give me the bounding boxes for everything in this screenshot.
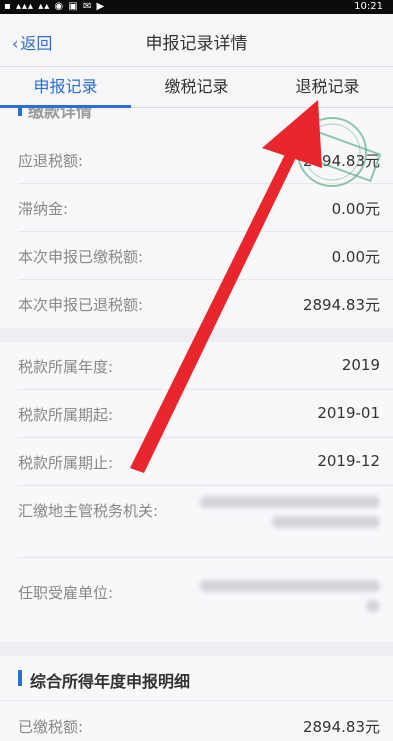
row-label: 汇缴地主管税务机关: xyxy=(18,502,159,520)
row-value: 2019 xyxy=(341,356,380,374)
tab-bar: 申报记录 缴税记录 退税记录 xyxy=(0,67,393,108)
row-label: 应退税额: xyxy=(18,152,84,170)
redacted-line xyxy=(200,580,380,592)
tax-period-card: 税款所属年度: 2019 税款所属期起: 2019-01 税款所属期止: 201… xyxy=(0,342,393,642)
row-label: 本次申报已退税额: xyxy=(18,296,144,314)
row-tax-year: 税款所属年度: 2019 xyxy=(0,342,393,390)
tab-refund-records[interactable]: 退税记录 xyxy=(262,67,393,107)
row-label: 本次申报已缴税额: xyxy=(18,248,144,266)
section-title-payment: 缴款详情 xyxy=(28,108,93,121)
row-label: 任职受雇单位: xyxy=(18,584,114,602)
row-label: 税款所属期起: xyxy=(18,406,114,424)
row-value: 0.00元 xyxy=(331,248,380,266)
annual-declaration-card: 综合所得年度申报明细 已缴税额: 2894.83元 xyxy=(0,656,393,741)
status-icons: ▪ ▴▴▴ ▴▴ ◉ ▣ ✉ ▶ xyxy=(4,1,106,12)
row-label: 已缴税额: xyxy=(18,718,84,736)
payment-details-card: 缴款详情 应退税额: 2894.83元 滞纳金: 0.00元 本次申报已缴税额:… xyxy=(0,108,393,328)
row-value: 2894.83元 xyxy=(302,296,380,314)
status-time: 10:21 xyxy=(354,1,383,12)
row-label: 滞纳金: xyxy=(18,200,69,218)
section-marker xyxy=(18,670,22,686)
detail-content[interactable]: 缴款详情 应退税额: 2894.83元 滞纳金: 0.00元 本次申报已缴税额:… xyxy=(0,108,393,741)
row-value: 2019-01 xyxy=(317,404,380,422)
row-value: 2019-12 xyxy=(317,452,380,470)
section-marker xyxy=(18,108,22,116)
row-employer: 任职受雇单位: xyxy=(0,558,393,638)
tab-payment-records[interactable]: 缴税记录 xyxy=(131,67,262,107)
row-label: 税款所属期止: xyxy=(18,454,114,472)
refund-stamp-icon xyxy=(282,117,382,187)
row-value: 2894.83元 xyxy=(302,718,380,736)
row-tax-authority: 汇缴地主管税务机关: xyxy=(0,486,393,558)
section-title-annual: 综合所得年度申报明细 xyxy=(30,672,191,691)
page-title: 申报记录详情 xyxy=(145,34,248,54)
redacted-value xyxy=(200,496,380,536)
row-refunded-tax: 本次申报已退税额: 2894.83元 xyxy=(0,280,393,328)
section-divider xyxy=(0,700,393,701)
redacted-line xyxy=(272,516,380,528)
redacted-value xyxy=(200,580,380,620)
row-period-end: 税款所属期止: 2019-12 xyxy=(0,438,393,486)
row-paid-tax: 本次申报已缴税额: 0.00元 xyxy=(0,232,393,280)
redacted-line xyxy=(365,600,380,612)
row-paid-amount: 已缴税额: 2894.83元 xyxy=(0,702,393,741)
nav-bar: ‹ 返回 申报记录详情 xyxy=(0,14,393,67)
status-bar: ▪ ▴▴▴ ▴▴ ◉ ▣ ✉ ▶ 10:21 xyxy=(0,0,393,14)
row-label: 税款所属年度: xyxy=(18,358,114,376)
tab-declaration-records[interactable]: 申报记录 xyxy=(0,67,131,108)
row-value: 0.00元 xyxy=(331,200,380,218)
redacted-line xyxy=(200,496,380,508)
row-period-start: 税款所属期起: 2019-01 xyxy=(0,390,393,438)
